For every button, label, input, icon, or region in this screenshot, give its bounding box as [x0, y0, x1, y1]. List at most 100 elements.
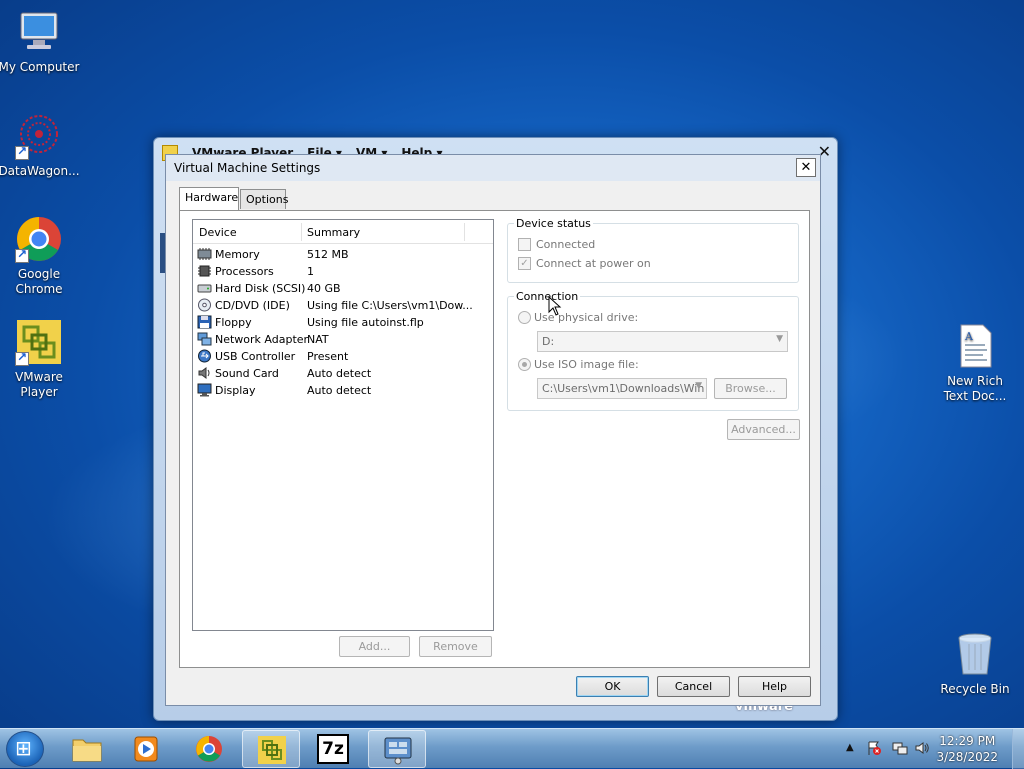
device-name: Hard Disk (SCSI): [215, 282, 306, 295]
column-header-device[interactable]: Device: [199, 226, 237, 239]
processor-icon: [198, 265, 211, 277]
show-hidden-icons-icon[interactable]: ▲: [846, 742, 854, 753]
physical-drive-select[interactable]: D: ▼: [537, 331, 788, 352]
connect-at-power-on-checkbox[interactable]: ✓: [518, 257, 531, 270]
vm-settings-dialog: Virtual Machine Settings ✕ Hardware Opti…: [165, 154, 821, 706]
table-row[interactable]: CD/DVD (IDE) Using file C:\Users\vm1\Dow…: [197, 297, 487, 314]
action-center-flag-icon[interactable]: [866, 740, 882, 756]
device-name: Processors: [215, 265, 274, 278]
memory-icon: [197, 248, 212, 260]
svg-text:A: A: [964, 330, 974, 343]
ok-button[interactable]: OK: [576, 676, 649, 697]
table-row[interactable]: Floppy Using file autoinst.flp: [197, 314, 487, 331]
remove-device-button[interactable]: Remove: [419, 636, 492, 657]
taskbar-media-player[interactable]: [118, 730, 176, 768]
taskbar-vmware-player[interactable]: [242, 730, 300, 768]
device-name: Display: [215, 384, 256, 397]
table-row[interactable]: Sound Card Auto detect: [197, 365, 487, 382]
device-list-header: Device Summary: [193, 220, 493, 244]
use-iso-image-radio[interactable]: [518, 358, 531, 371]
folder-icon: [72, 739, 102, 762]
show-desktop-button[interactable]: [1012, 729, 1024, 769]
browse-button[interactable]: Browse...: [714, 378, 787, 399]
connect-at-power-on-label: Connect at power on: [536, 257, 651, 270]
datawagon-icon: [15, 112, 63, 160]
close-icon[interactable]: ✕: [796, 158, 816, 177]
settings-icon: [384, 737, 412, 765]
taskbar-chrome[interactable]: [180, 730, 238, 768]
device-name: Memory: [215, 248, 260, 261]
computer-icon: [15, 8, 63, 56]
device-status-group: Device status Connected ✓ Connect at pow…: [507, 217, 799, 283]
chrome-icon: [15, 215, 63, 263]
device-status-title: Device status: [514, 217, 593, 230]
desktop-icon-label: VMware Player: [15, 370, 63, 399]
sound-card-icon: [198, 367, 210, 379]
table-row[interactable]: Display Auto detect: [197, 382, 487, 399]
tab-options[interactable]: Options: [240, 189, 288, 209]
floppy-icon: [197, 315, 212, 329]
connected-checkbox[interactable]: [518, 238, 531, 251]
connected-label: Connected: [536, 238, 596, 251]
table-row[interactable]: Hard Disk (SCSI) 40 GB: [197, 280, 487, 297]
display-icon: [197, 383, 212, 397]
table-row[interactable]: USB Controller Present: [197, 348, 487, 365]
hardware-panel: Device Summary Memory 512 MB Processors …: [179, 210, 810, 668]
device-summary: Present: [307, 350, 349, 363]
taskbar-explorer[interactable]: [58, 730, 116, 768]
device-summary: 512 MB: [307, 248, 349, 261]
shortcut-arrow-icon: [15, 350, 29, 366]
desktop-icon-google-chrome[interactable]: Google Chrome: [0, 215, 81, 297]
hard-disk-icon: [197, 284, 212, 293]
device-summary: Auto detect: [307, 367, 372, 380]
cd-dvd-icon: [198, 298, 211, 312]
taskbar-vm-settings[interactable]: [368, 730, 426, 768]
shortcut-arrow-icon: [15, 144, 29, 160]
desktop-icon-vmware-player[interactable]: VMware Player: [0, 318, 81, 400]
table-row[interactable]: Memory 512 MB: [197, 246, 487, 263]
desktop-icon-label: Google Chrome: [15, 267, 63, 296]
desktop-icon-label: My Computer: [0, 60, 80, 74]
desktop-icon-my-computer[interactable]: My Computer: [0, 8, 81, 75]
chevron-down-icon: ▼: [695, 381, 702, 391]
use-physical-drive-radio[interactable]: [518, 311, 531, 324]
device-list[interactable]: Device Summary Memory 512 MB Processors …: [192, 219, 494, 631]
chrome-icon: [196, 736, 222, 762]
device-name: USB Controller: [215, 350, 296, 363]
network-adapter-icon: [197, 332, 212, 346]
help-button[interactable]: Help: [738, 676, 811, 697]
table-row[interactable]: Processors 1: [197, 263, 487, 280]
column-header-summary[interactable]: Summary: [307, 226, 360, 239]
device-summary: 40 GB: [307, 282, 341, 295]
mouse-cursor-icon: [548, 296, 562, 316]
shortcut-arrow-icon: [15, 247, 29, 263]
device-name: Network Adapter: [215, 333, 309, 346]
device-name: CD/DVD (IDE): [215, 299, 290, 312]
network-icon[interactable]: [892, 740, 908, 756]
windows-logo-icon: ⊞: [15, 736, 32, 760]
7zip-icon: 7z: [317, 734, 349, 764]
device-summary: Using file C:\Users\vm1\Dow...: [307, 299, 473, 312]
device-summary: Auto detect: [307, 384, 372, 397]
desktop-icon-label: New Rich Text Doc...: [943, 374, 1007, 403]
advanced-button[interactable]: Advanced...: [727, 419, 800, 440]
desktop-icon-new-rich-text-doc[interactable]: A New Rich Text Doc...: [933, 322, 1017, 404]
vmware-icon: [15, 318, 63, 366]
start-button[interactable]: ⊞: [6, 731, 44, 767]
desktop-icon-recycle-bin[interactable]: Recycle Bin: [933, 630, 1017, 697]
iso-path-select[interactable]: C:\Users\vm1\Downloads\Win ▼: [537, 378, 707, 399]
add-device-button[interactable]: Add...: [339, 636, 410, 657]
vmware-icon: [258, 736, 286, 764]
device-summary: Using file autoinst.flp: [307, 316, 424, 329]
clock[interactable]: 12:29 PM 3/28/2022: [936, 733, 998, 765]
device-summary: NAT: [307, 333, 329, 346]
tab-hardware[interactable]: Hardware: [179, 187, 239, 211]
volume-icon[interactable]: [914, 740, 930, 756]
desktop-icon-datawagon[interactable]: DataWagon...: [0, 112, 81, 179]
desktop-icon-label: DataWagon...: [0, 164, 80, 178]
recycle-bin-icon: [951, 630, 999, 678]
device-summary: 1: [307, 265, 314, 278]
cancel-button[interactable]: Cancel: [657, 676, 730, 697]
taskbar-7zip[interactable]: 7z: [304, 730, 362, 768]
table-row[interactable]: Network Adapter NAT: [197, 331, 487, 348]
